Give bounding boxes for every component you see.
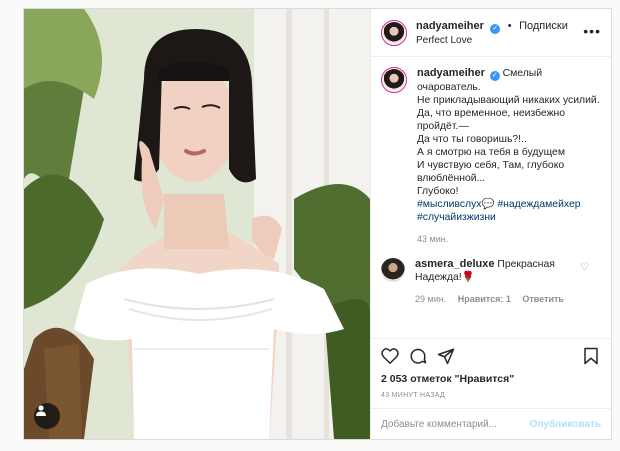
caption-line: А я смотрю на тебя в будущем [417,147,565,158]
bookmark-icon [584,347,598,365]
caption-line: Да что ты говоришь?!.. [417,134,527,145]
author-username[interactable]: nadyameiher [416,20,484,32]
share-icon [437,348,455,364]
commenter-avatar[interactable] [381,258,405,282]
like-button[interactable] [381,347,399,364]
comments-section: nadyameiher ✓ Смелый очарователь. Не при… [371,57,611,338]
caption-line: И чувствую себя, Там, глубоко влюблённой… [417,160,565,184]
share-button[interactable] [437,347,455,365]
publish-button[interactable]: Опубликовать [530,419,601,430]
comment-button[interactable] [409,347,427,365]
hashtag-link[interactable]: #мысливслух💬 #надеждамейхер [417,198,601,211]
caption-line: Глубоко! [417,186,459,197]
heart-icon [381,347,399,364]
reply-button[interactable]: Ответить [522,294,564,304]
save-button[interactable] [583,347,599,370]
post-photo[interactable] [24,9,370,439]
post-header: nadyameiher ✓ • Подписки Perfect Love ••… [371,9,611,57]
post-card: nadyameiher ✓ • Подписки Perfect Love ••… [23,8,612,440]
location-link[interactable]: Perfect Love [416,34,568,48]
comment-likes[interactable]: Нравится: 1 [458,294,511,304]
verified-badge-icon: ✓ [490,23,501,34]
caption-line: Не прикладывающий никаких усилий. [417,95,600,106]
post-image [24,9,370,439]
following-button[interactable]: Подписки [519,20,568,32]
caption-line: Да, что временное, неизбежно пройдёт.— [417,108,566,132]
add-comment-bar: Опубликовать [371,408,611,439]
caption: nadyameiher ✓ Смелый очарователь. Не при… [381,67,601,246]
likes-count[interactable]: 2 053 отметок "Нравится" [371,372,611,386]
tag-user-button[interactable] [34,403,60,429]
posted-time[interactable]: 43 МИНУТ НАЗАД [371,386,611,408]
comment-time[interactable]: 29 мин. [415,294,446,304]
caption-time[interactable]: 43 мин. [417,234,448,244]
author-avatar[interactable] [381,19,407,46]
caption-avatar[interactable] [381,67,407,93]
separator-dot: • [507,19,512,32]
comment-item: asmera_deluxe Прекрасная Надежда!🌹 29 ми… [381,258,601,306]
more-icon[interactable]: ••• [583,23,601,39]
verified-badge-icon: ✓ [489,71,500,81]
comment-like-icon[interactable]: ♡ [580,262,589,273]
comment-icon [410,348,427,364]
caption-username[interactable]: nadyameiher [417,67,485,79]
tag-user-icon [36,405,46,416]
post-sidebar: nadyameiher ✓ • Подписки Perfect Love ••… [370,9,611,439]
hashtag-link[interactable]: #случайизжизни [417,211,601,224]
action-bar [371,338,611,372]
commenter-username[interactable]: asmera_deluxe [415,258,495,270]
comment-input[interactable] [381,418,530,430]
